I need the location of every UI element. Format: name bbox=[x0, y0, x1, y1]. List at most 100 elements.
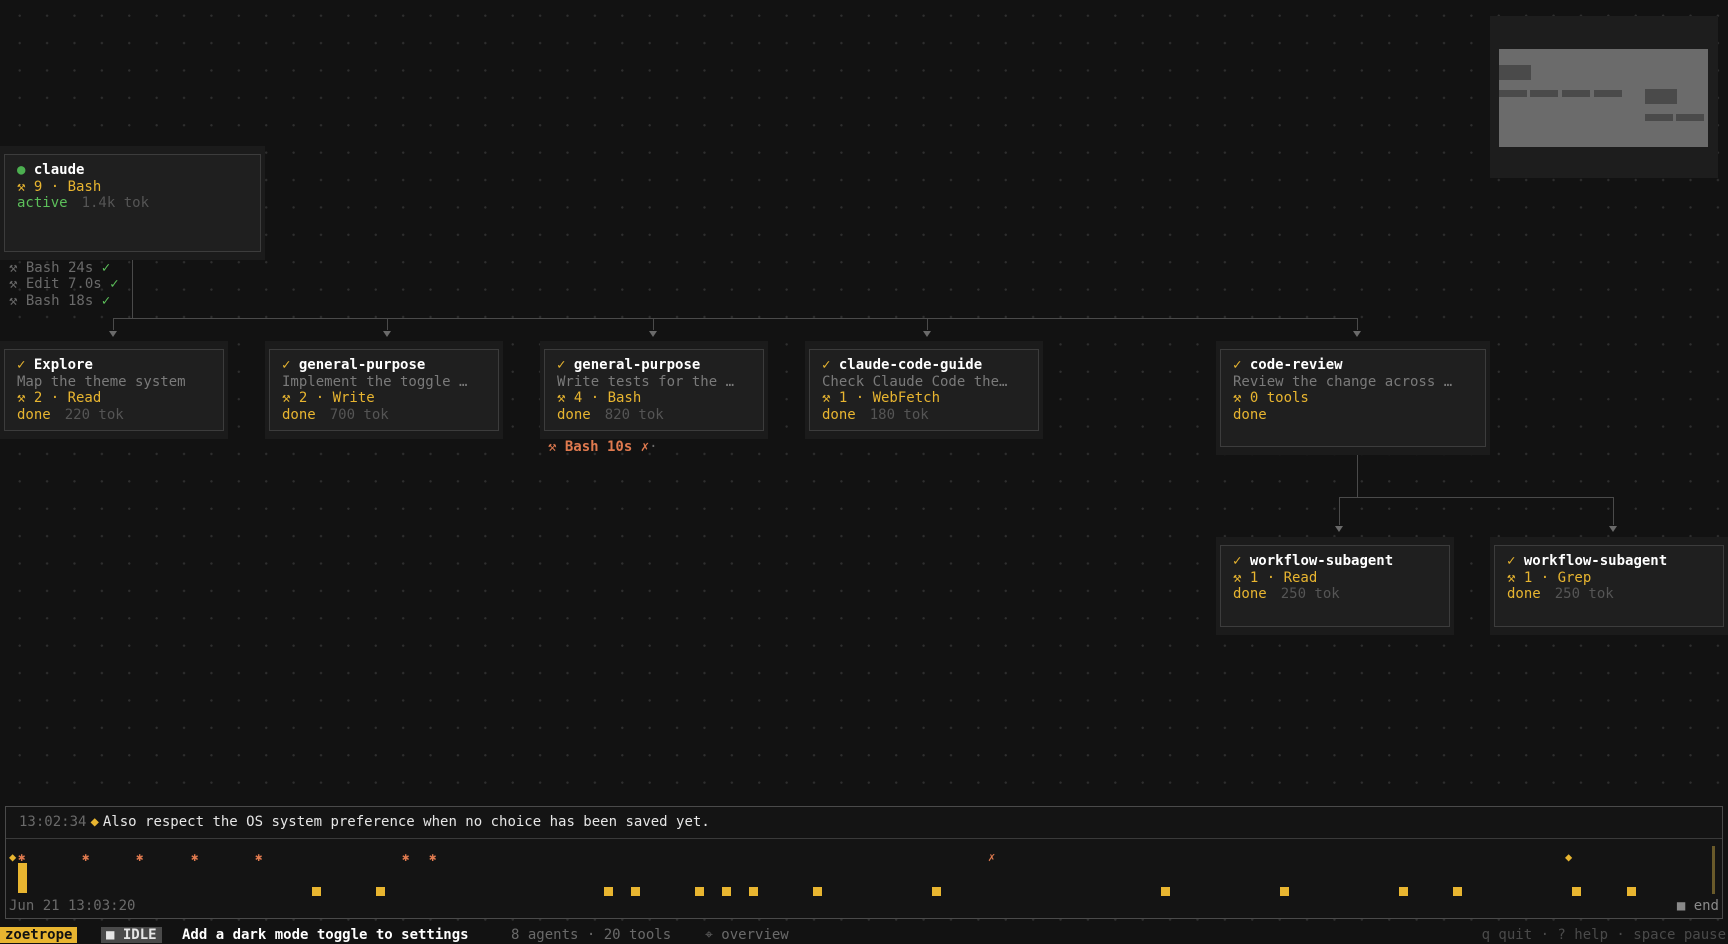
check-icon: ✓ bbox=[1233, 553, 1242, 569]
activity-mark[interactable] bbox=[1627, 887, 1636, 896]
check-icon: ✓ bbox=[110, 276, 119, 292]
spawn-marker-icon[interactable]: ✱ bbox=[402, 851, 409, 863]
agent-node-workflow-subagent[interactable]: ✓ workflow-subagent ⚒ 1 · Grep done 250 t… bbox=[1490, 537, 1728, 635]
overview-toggle[interactable]: ⌖ overview bbox=[705, 926, 789, 944]
minimap-node bbox=[1645, 114, 1673, 121]
agent-status: done bbox=[1233, 586, 1267, 602]
arrow-down-icon bbox=[649, 331, 657, 337]
agent-node-explore[interactable]: ✓ Explore Map the theme system ⚒ 2 · Rea… bbox=[0, 341, 228, 439]
timeline-end-button[interactable]: ■ end bbox=[1677, 898, 1719, 914]
connector bbox=[927, 318, 928, 330]
arrow-down-icon bbox=[923, 331, 931, 337]
minimap-node bbox=[1562, 90, 1590, 97]
agent-node-general-purpose[interactable]: ✓ general-purpose Implement the toggle …… bbox=[265, 341, 503, 439]
agent-node-claude-code-guide[interactable]: ✓ claude-code-guide Check Claude Code th… bbox=[805, 341, 1043, 439]
activity-mark[interactable] bbox=[376, 887, 385, 896]
agent-status: done bbox=[822, 406, 856, 423]
activity-mark[interactable] bbox=[932, 887, 941, 896]
arrow-down-icon bbox=[1353, 331, 1361, 337]
agent-tools: ⚒ 9 · Bash bbox=[17, 178, 102, 195]
agent-title: workflow-subagent bbox=[1523, 553, 1668, 569]
check-icon: ✓ bbox=[1507, 553, 1516, 569]
agent-title: general-purpose bbox=[573, 357, 701, 373]
agent-status: done bbox=[17, 406, 51, 423]
connector bbox=[1357, 455, 1358, 497]
agent-tokens: 250 tok bbox=[1554, 586, 1614, 602]
agent-description: Review the change across … bbox=[1233, 373, 1453, 390]
timeline-message-text: Also respect the OS system preference wh… bbox=[102, 814, 710, 830]
connector bbox=[113, 318, 114, 330]
failed-tool-run[interactable]: ⚒ Bash 10s ✗· bbox=[548, 439, 658, 456]
activity-mark[interactable] bbox=[695, 887, 704, 896]
timeline-playhead[interactable] bbox=[1712, 846, 1715, 894]
check-icon: ✓ bbox=[101, 293, 111, 309]
check-icon: ✓ bbox=[557, 357, 566, 373]
activity-mark[interactable] bbox=[631, 887, 640, 896]
agent-tools: ⚒ 4 · Bash bbox=[557, 390, 642, 406]
tool-run-trail: · bbox=[649, 439, 658, 455]
agent-tokens: 700 tok bbox=[329, 406, 389, 423]
timeline-time: 13:02:34 bbox=[19, 814, 87, 830]
agent-tokens: 250 tok bbox=[1280, 586, 1340, 602]
agent-description: Map the theme system bbox=[17, 373, 186, 390]
activity-mark[interactable] bbox=[604, 887, 613, 896]
agent-tokens: 1.4k tok bbox=[81, 195, 150, 211]
activity-mark[interactable] bbox=[1572, 887, 1581, 896]
activity-mark[interactable] bbox=[1280, 887, 1289, 896]
minimap-node bbox=[1594, 90, 1622, 97]
check-icon: ✓ bbox=[822, 357, 831, 373]
agent-node-workflow-subagent[interactable]: ✓ workflow-subagent ⚒ 1 · Read done 250 t… bbox=[1216, 537, 1454, 635]
spawn-marker-icon[interactable]: ✱ bbox=[255, 851, 262, 863]
minimap-node bbox=[1499, 65, 1531, 80]
minimap-node bbox=[1645, 89, 1677, 104]
divider bbox=[6, 838, 1722, 839]
timeline-panel[interactable]: 13:02:34 ◆ Also respect the OS system pref… bbox=[5, 806, 1723, 919]
arrow-down-icon bbox=[1609, 526, 1617, 532]
agent-node-code-review[interactable]: ✓ code-review Review the change across …… bbox=[1216, 341, 1490, 455]
agent-description: Write tests for the … bbox=[557, 373, 735, 390]
tool-run[interactable]: ⚒ Bash 24s ✓ bbox=[9, 260, 110, 277]
activity-bar[interactable] bbox=[18, 863, 27, 893]
agent-title: general-purpose bbox=[298, 357, 426, 373]
diamond-marker-icon[interactable]: ◆ bbox=[1565, 851, 1572, 863]
minimap-node bbox=[1530, 90, 1558, 97]
agent-tokens: 820 tok bbox=[604, 406, 664, 423]
agent-tools: ⚒ 2 · Write bbox=[282, 390, 375, 406]
activity-mark[interactable] bbox=[312, 887, 321, 896]
keyboard-hints: q quit · ? help · space pause bbox=[1481, 927, 1726, 943]
agent-node-claude[interactable]: ● claude ⚒ 9 · Bash active 1.4k tok bbox=[0, 146, 265, 260]
activity-mark[interactable] bbox=[749, 887, 758, 896]
spawn-marker-icon[interactable]: ✱ bbox=[191, 851, 198, 863]
error-marker-icon[interactable]: ✗ bbox=[988, 851, 995, 863]
tool-run[interactable]: ⚒ Edit 7.0s ✓ bbox=[9, 276, 119, 293]
agent-status: done bbox=[1233, 406, 1267, 423]
agent-tools: ⚒ 1 · Read bbox=[1233, 569, 1318, 586]
tool-run-label: ⚒ Bash 18s bbox=[9, 293, 94, 309]
check-icon: ✓ bbox=[17, 357, 26, 373]
agent-title: claude bbox=[33, 162, 85, 178]
tool-run[interactable]: ⚒ Bash 18s ✓ bbox=[9, 293, 110, 310]
agent-node-general-purpose[interactable]: ✓ general-purpose Write tests for the … … bbox=[540, 341, 768, 439]
activity-mark[interactable] bbox=[1399, 887, 1408, 896]
activity-mark[interactable] bbox=[813, 887, 822, 896]
spawn-marker-icon[interactable]: ✱ bbox=[82, 851, 89, 863]
agent-tool-counts: 8 agents · 20 tools bbox=[511, 927, 672, 943]
diamond-icon: ◆ bbox=[90, 814, 99, 830]
agent-status: done bbox=[557, 406, 591, 423]
agent-title: workflow-subagent bbox=[1249, 553, 1394, 569]
app-badge: zoetrope bbox=[0, 927, 78, 943]
activity-mark[interactable] bbox=[1453, 887, 1462, 896]
minimap[interactable] bbox=[1490, 16, 1718, 178]
agent-description: Check Claude Code the… bbox=[822, 373, 1008, 390]
spawn-marker-icon[interactable]: ✱ bbox=[18, 851, 25, 863]
start-marker-icon[interactable]: ◆ bbox=[9, 851, 16, 863]
spawn-marker-icon[interactable]: ✱ bbox=[429, 851, 436, 863]
connector bbox=[1357, 318, 1358, 330]
arrow-down-icon bbox=[109, 331, 117, 337]
arrow-down-icon bbox=[1335, 526, 1343, 532]
activity-mark[interactable] bbox=[722, 887, 731, 896]
agent-tools: ⚒ 1 · WebFetch bbox=[822, 390, 941, 406]
activity-mark[interactable] bbox=[1161, 887, 1170, 896]
spawn-marker-icon[interactable]: ✱ bbox=[136, 851, 143, 863]
prompt-text: Add a dark mode toggle to settings bbox=[182, 927, 469, 943]
